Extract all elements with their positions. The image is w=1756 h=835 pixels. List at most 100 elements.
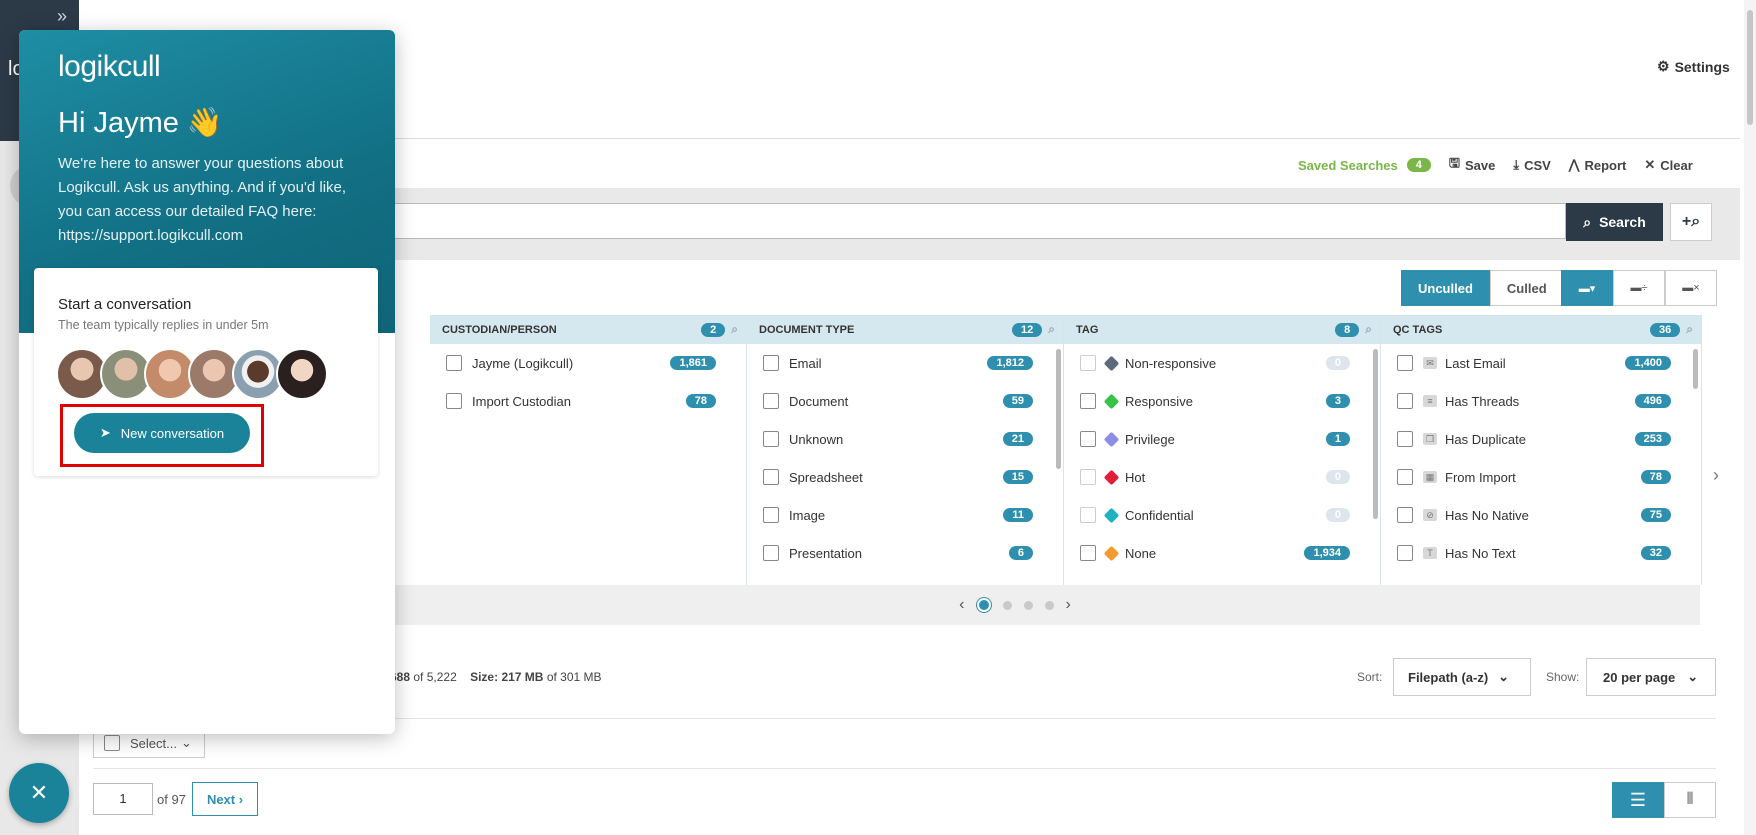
facet-title: TAG [1076,323,1099,336]
saved-searches-link[interactable]: Saved Searches 4 [1298,158,1431,173]
report-label: Report [1584,157,1627,173]
checkbox[interactable] [1397,469,1413,485]
checkbox[interactable] [763,507,779,523]
result-stats: 688 of 5,222 Size: 217 MB of 301 MB [390,670,602,684]
list-item[interactable]: ≡ Has Threads 496 [1381,382,1701,420]
facet-row-label: Document [789,393,849,409]
checkbox[interactable] [763,545,779,561]
list-item[interactable]: Spreadsheet 15 [747,458,1063,496]
checkbox[interactable] [1080,469,1096,485]
start-conversation-card: Start a conversation The team typically … [34,268,378,476]
list-item[interactable]: Email 1,812 [747,344,1063,382]
view-mode-2-icon[interactable]: ▬÷ [1613,270,1665,306]
pager-dot[interactable] [1023,600,1033,610]
checkbox[interactable] [1080,355,1096,371]
checkbox[interactable] [446,355,462,371]
checkbox[interactable] [1080,545,1096,561]
facet-row-label: Email [789,355,822,371]
facet-row-count: 6 [1008,546,1033,560]
list-item[interactable]: Confidential 0 [1064,496,1380,534]
view-mode-1-icon[interactable]: ▬▾ [1561,270,1613,306]
search-icon[interactable]: ⌕ [1365,322,1372,336]
list-item[interactable]: T Has No Text 32 [1381,534,1701,572]
list-item[interactable]: Image 11 [747,496,1063,534]
pager-dot[interactable] [1044,600,1054,610]
culled-toggle[interactable]: Culled [1489,270,1564,306]
page-size-select[interactable]: 20 per page ⌄ [1586,658,1716,696]
settings-link[interactable]: ⚙ Settings [1657,58,1730,75]
scrollbar[interactable] [1056,349,1061,469]
list-item[interactable]: ✉ Last Email 1,400 [1381,344,1701,382]
chevron-right-icon[interactable]: › [1713,465,1719,486]
checkbox[interactable] [763,355,779,371]
chevron-left-icon[interactable]: ‹ [959,596,964,614]
sort-select[interactable]: Filepath (a-z) ⌄ [1393,658,1531,696]
view-mode-3-icon[interactable]: ▬× [1665,270,1717,306]
facet-row-count: 78 [685,394,716,408]
no-text-icon: T [1423,547,1437,559]
pager-dot[interactable] [976,598,991,612]
tag-icon [1103,545,1120,561]
list-item[interactable]: None 1,934 [1064,534,1380,572]
search-icon[interactable]: ⌕ [1048,322,1055,336]
checkbox[interactable] [1397,545,1413,561]
checkbox[interactable] [763,431,779,447]
unculled-toggle[interactable]: Unculled [1401,270,1490,306]
clear-button[interactable]: ✕ Clear [1644,157,1692,173]
chevron-right-icon[interactable]: › [1066,596,1071,614]
list-item[interactable]: Non-responsive 0 [1064,344,1380,382]
scrollbar[interactable] [1693,349,1698,389]
column-view-icon[interactable]: ⦀ [1664,782,1716,818]
scrollbar-thumb[interactable] [1747,10,1753,125]
list-item[interactable]: Document 59 [747,382,1063,420]
facet-row-label: Privilege [1125,431,1175,447]
checkbox[interactable] [1080,393,1096,409]
facet-title: QC TAGS [1393,323,1443,336]
search-icon[interactable]: ⌕ [731,322,738,336]
checkbox[interactable] [1080,507,1096,523]
checkbox[interactable] [763,393,779,409]
checkbox[interactable] [446,393,462,409]
report-button[interactable]: ⋀ Report [1569,157,1627,173]
checkbox[interactable] [1397,431,1413,447]
facet-row-count: 32 [1640,546,1671,560]
checkbox[interactable] [1397,393,1413,409]
facet-count: 12 [1012,323,1043,337]
list-item[interactable]: Presentation 6 [747,534,1063,572]
list-item[interactable]: Import Custodian 78 [430,382,746,420]
search-input[interactable] [330,203,1566,239]
select-label: Select... [130,735,177,751]
save-button[interactable]: 🖫 Save [1449,154,1495,176]
facet-row-count: 1,934 [1304,546,1350,560]
list-item[interactable]: Responsive 3 [1064,382,1380,420]
list-view-icon[interactable]: ☰ [1612,782,1664,818]
search-button[interactable]: ⌕ Search [1566,203,1663,241]
checkbox[interactable] [104,735,120,751]
checkbox[interactable] [1397,355,1413,371]
checkbox[interactable] [763,469,779,485]
search-icon[interactable]: ⌕ [1686,322,1693,336]
checkbox[interactable] [1397,507,1413,523]
page-number-input[interactable]: 1 [93,783,153,815]
list-item[interactable]: Privilege 1 [1064,420,1380,458]
list-item[interactable]: ▦ From Import 78 [1381,458,1701,496]
scrollbar[interactable] [1373,349,1378,519]
facet-row-label: Unknown [789,431,844,447]
view-mode-group: ▬▾ ▬÷ ▬× [1561,270,1717,306]
list-item[interactable]: ⊘ Has No Native 75 [1381,496,1701,534]
list-item[interactable]: Jayme (Logikcull) 1,861 [430,344,746,382]
list-item[interactable]: Hot 0 [1064,458,1380,496]
pager-dot[interactable] [1002,600,1012,610]
csv-button[interactable]: ⤓ CSV [1513,157,1550,173]
scrollbar[interactable] [1744,0,1756,835]
list-item[interactable]: Unknown 21 [747,420,1063,458]
advanced-search-button[interactable]: +⌕ [1670,203,1712,241]
checkbox[interactable] [1080,431,1096,447]
expand-nav-icon[interactable]: » [57,6,67,27]
facet-row-count: 59 [1002,394,1033,408]
next-page-button[interactable]: Next › [192,782,258,816]
facet-row-count: 21 [1002,432,1033,446]
list-item[interactable]: ❐ Has Duplicate 253 [1381,420,1701,458]
facet-row-label: Confidential [1125,507,1194,523]
close-chat-button[interactable]: ✕ [9,763,69,823]
